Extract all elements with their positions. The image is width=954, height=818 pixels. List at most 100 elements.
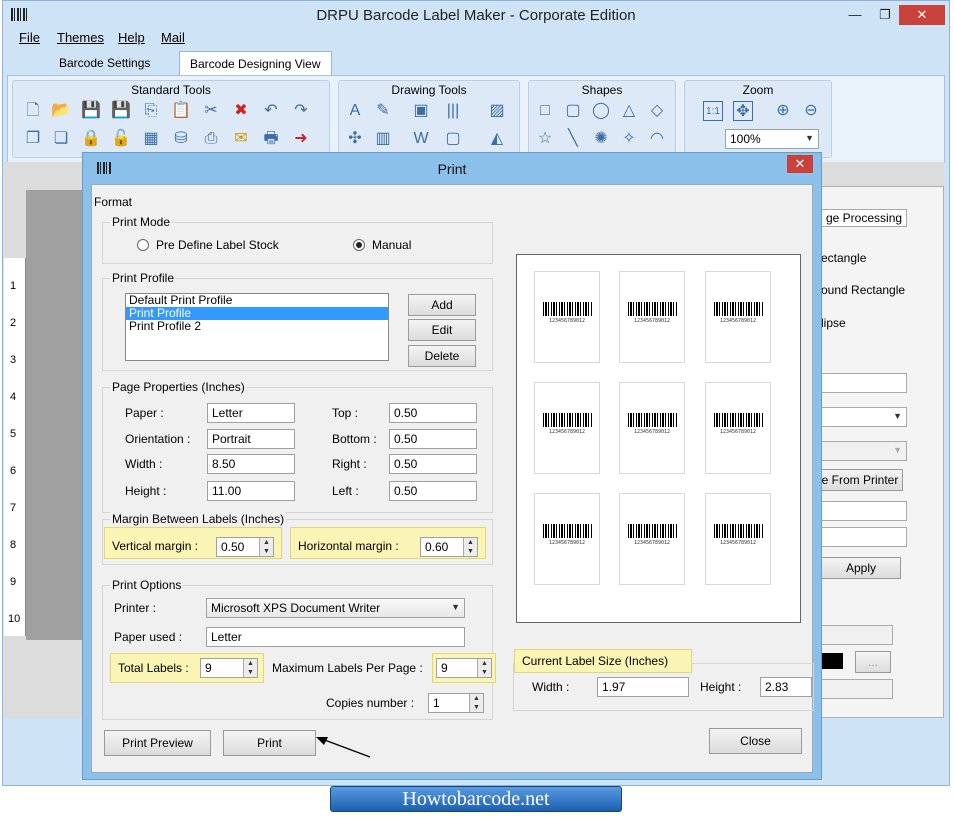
more-button[interactable]: ... [855,651,891,673]
right-margin-field[interactable]: 0.50 [389,454,477,474]
redo-icon[interactable]: ↷ [291,101,311,121]
color-swatch[interactable] [821,653,843,669]
lock-icon[interactable]: 🔒 [81,129,101,149]
zoom-in-icon[interactable]: ⊕ [773,101,793,121]
barcode-icon[interactable]: ||| [443,101,463,121]
dialog-close-icon[interactable]: ✕ [787,155,813,173]
unlock-icon[interactable]: 🔓 [111,129,131,149]
ellipse-icon[interactable]: ◯ [591,101,611,121]
zoom-out-icon[interactable]: ⊖ [801,101,821,121]
spinner-arrows-icon[interactable]: ▲ ▼ [469,694,483,712]
print-profile-list[interactable]: Default Print Profile Print Profile Prin… [125,293,389,361]
actual-size-icon[interactable]: 1:1 [703,101,723,121]
window-close-button[interactable]: ✕ [899,5,945,25]
restore-button[interactable]: ❐ [873,5,897,25]
delete-icon[interactable]: ✖ [231,101,251,121]
menu-file[interactable]: File [19,30,40,45]
panel-spinner[interactable] [821,527,907,547]
total-labels-field[interactable]: 9 ▲ ▼ [200,658,258,678]
pre-define-label-stock-label[interactable]: Pre Define Label Stock [156,238,279,252]
picture-icon[interactable]: ▣ [411,101,431,121]
left-margin-field[interactable]: 0.50 [389,481,477,501]
vertical-margin-field[interactable]: 0.50 ▲ ▼ [216,537,274,557]
open-icon[interactable]: 📂 [51,101,71,121]
diamond-icon[interactable]: ◇ [647,101,667,121]
export-icon[interactable]: ⎙ [201,129,221,149]
burst-icon[interactable]: ✺ [591,129,611,149]
profile-item-print-profile-2[interactable]: Print Profile 2 [126,320,388,333]
bring-front-icon[interactable]: ❐ [23,129,43,149]
text-icon[interactable]: A [345,101,365,121]
menu-help[interactable]: Help [118,30,145,45]
save-as-icon[interactable]: 💾 [111,101,131,121]
rectangle-icon[interactable]: □ [535,101,555,121]
label-width-field[interactable]: 1.97 [597,677,689,697]
apply-button[interactable]: Apply [821,557,901,579]
star4-icon[interactable]: ✧ [619,129,639,149]
spinner-arrows-icon[interactable]: ▲ ▼ [259,538,273,556]
tab-barcode-settings[interactable]: Barcode Settings [49,51,160,75]
image-icon[interactable]: ▨ [487,101,507,121]
label-height-field[interactable]: 2.83 [760,677,812,697]
printer-select[interactable]: Microsoft XPS Document Writer ▼ [206,598,465,618]
bottom-margin-field[interactable]: 0.50 [389,429,477,449]
exit-icon[interactable]: ➜ [291,129,311,149]
round-rectangle-icon[interactable]: ▢ [563,101,583,121]
spinner-arrows-icon[interactable]: ▲ ▼ [477,659,491,677]
image-processing-tab[interactable]: ge Processing [821,209,908,227]
page-height-field[interactable]: 11.00 [207,481,295,501]
page-width-field[interactable]: 8.50 [207,454,295,474]
size-from-printer-button[interactable]: e From Printer [817,469,903,491]
paper-field[interactable]: Letter [207,403,295,423]
pre-define-label-stock-radio[interactable] [137,239,149,251]
star-icon[interactable]: ☆ [535,129,555,149]
shape-round-rectangle-option[interactable]: ound Rectangle [821,283,905,297]
line-icon[interactable]: ╲ [563,129,583,149]
zoom-select[interactable]: 100% ▼ [725,129,819,149]
menu-themes[interactable]: Themes [57,30,104,45]
design-canvas[interactable] [26,190,86,640]
edit-profile-button[interactable]: Edit [408,319,476,341]
library-icon[interactable]: ▥ [373,129,393,149]
fit-icon[interactable]: ✥ [733,101,753,121]
shape-rectangle-option[interactable]: ectangle [821,251,866,265]
top-margin-field[interactable]: 0.50 [389,403,477,423]
delete-profile-button[interactable]: Delete [408,345,476,367]
grid-icon[interactable]: ▦ [141,129,161,149]
pencil-icon[interactable]: ✎ [373,101,393,121]
frame-icon[interactable]: ▢ [443,129,463,149]
watermark-icon[interactable]: ◭ [487,129,507,149]
shape-ellipse-option[interactable]: lipse [821,316,846,330]
menu-mail[interactable]: Mail [161,30,185,45]
send-back-icon[interactable]: ❏ [51,129,71,149]
add-profile-button[interactable]: Add [408,294,476,316]
print-icon[interactable]: 🖶 [261,129,281,149]
print-button[interactable]: Print [223,730,316,756]
copy-icon[interactable]: ⎘ [141,101,161,121]
puzzle-icon[interactable]: ✣ [345,129,365,149]
save-icon[interactable]: 💾 [81,101,101,121]
arc-icon[interactable]: ◠ [647,129,667,149]
orientation-field[interactable]: Portrait [207,429,295,449]
copies-number-field[interactable]: 1 ▲ ▼ [428,693,484,713]
minimize-button[interactable]: — [843,5,867,25]
new-icon[interactable]: 🗋 [23,101,43,121]
manual-radio[interactable] [353,239,365,251]
undo-icon[interactable]: ↶ [261,101,281,121]
panel-field[interactable] [821,373,907,393]
database-icon[interactable]: ⛁ [171,129,191,149]
manual-label[interactable]: Manual [372,238,411,252]
wordart-icon[interactable]: W [411,129,431,149]
paper-used-field[interactable]: Letter [206,627,465,647]
horizontal-margin-field[interactable]: 0.60 ▲ ▼ [420,537,478,557]
spinner-arrows-icon[interactable]: ▲ ▼ [463,538,477,556]
panel-spinner[interactable] [821,501,907,521]
triangle-icon[interactable]: △ [619,101,639,121]
print-preview-button[interactable]: Print Preview [104,730,211,756]
tab-barcode-designing-view[interactable]: Barcode Designing View [179,51,332,75]
mail-icon[interactable]: ✉ [231,129,251,149]
spinner-arrows-icon[interactable]: ▲ ▼ [243,659,257,677]
cut-icon[interactable]: ✂ [201,101,221,121]
panel-dropdown[interactable]: ▼ [821,407,907,427]
paste-icon[interactable]: 📋 [171,101,191,121]
